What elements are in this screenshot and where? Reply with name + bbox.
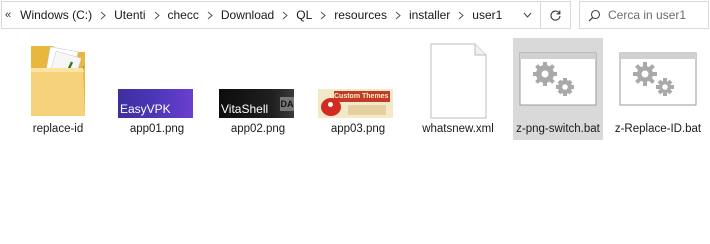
thumbnail-text: Custom Themes Manager: [334, 91, 390, 102]
file-name: z-png-switch.bat: [516, 123, 600, 135]
file-item-z-png-switch[interactable]: z-png-switch.bat: [513, 38, 603, 140]
breadcrumb-item[interactable]: installer: [404, 8, 455, 22]
file-name: z-Replace-ID.bat: [614, 123, 702, 135]
search-icon: [580, 9, 608, 22]
image-thumbnail: VitaShell DA: [213, 38, 303, 120]
mascot-eye: [328, 102, 333, 107]
chevron-right-icon[interactable]: [97, 2, 109, 28]
chevron-right-icon[interactable]: [317, 2, 329, 28]
document-icon: [413, 38, 503, 120]
breadcrumb-item[interactable]: Windows (C:): [15, 8, 97, 22]
refresh-icon: [550, 10, 561, 21]
breadcrumb-item[interactable]: QL: [291, 8, 317, 22]
breadcrumb-item[interactable]: Download: [216, 8, 279, 22]
batch-file-icon: [613, 38, 703, 120]
breadcrumb-item[interactable]: resources: [329, 8, 392, 22]
folder-icon: [13, 38, 103, 120]
chevron-down-icon[interactable]: [514, 2, 540, 28]
batch-file-icon: [513, 38, 603, 120]
file-item-app03[interactable]: Custom Themes Manager app03.png: [313, 38, 403, 140]
chevron-right-icon[interactable]: [151, 2, 163, 28]
search-box[interactable]: Cerca in user1: [579, 1, 709, 29]
chevron-right-icon[interactable]: [204, 2, 216, 28]
file-name: replace-id: [32, 123, 84, 135]
toolbar: « Windows (C:) Utenti checc Download QL …: [0, 0, 710, 30]
file-item-z-replace-id[interactable]: z-Replace-ID.bat: [613, 38, 703, 140]
file-item-app02[interactable]: VitaShell DA app02.png: [213, 38, 303, 140]
thumbnail-text: VitaShell: [221, 102, 269, 116]
chevron-right-icon[interactable]: [455, 2, 467, 28]
chevron-right-icon[interactable]: [392, 2, 404, 28]
breadcrumb-item[interactable]: checc: [163, 8, 204, 22]
thumbnail-band: [348, 105, 386, 115]
breadcrumb-item[interactable]: user1: [467, 8, 507, 22]
breadcrumb-item[interactable]: Utenti: [109, 8, 150, 22]
file-item-app01[interactable]: EasyVPK app01.png: [112, 38, 202, 140]
file-name: app03.png: [330, 123, 386, 135]
mascot-shape: [321, 98, 341, 116]
file-name: whatsnew.xml: [422, 123, 494, 135]
search-input[interactable]: Cerca in user1: [608, 8, 686, 22]
thumbnail-text: EasyVPK: [120, 102, 171, 116]
image-thumbnail: EasyVPK: [112, 38, 202, 120]
address-bar[interactable]: « Windows (C:) Utenti checc Download QL …: [1, 1, 571, 29]
file-name: app01.png: [129, 123, 185, 135]
file-name: app02.png: [230, 123, 286, 135]
image-thumbnail: Custom Themes Manager: [313, 38, 403, 120]
refresh-button[interactable]: [540, 2, 570, 28]
thumbnail-badge: DA: [280, 97, 294, 111]
file-item-replace-id[interactable]: replace-id: [13, 38, 103, 140]
chevron-left-icon[interactable]: «: [2, 2, 15, 28]
file-item-whatsnew[interactable]: whatsnew.xml: [413, 38, 503, 140]
chevron-right-icon[interactable]: [279, 2, 291, 28]
